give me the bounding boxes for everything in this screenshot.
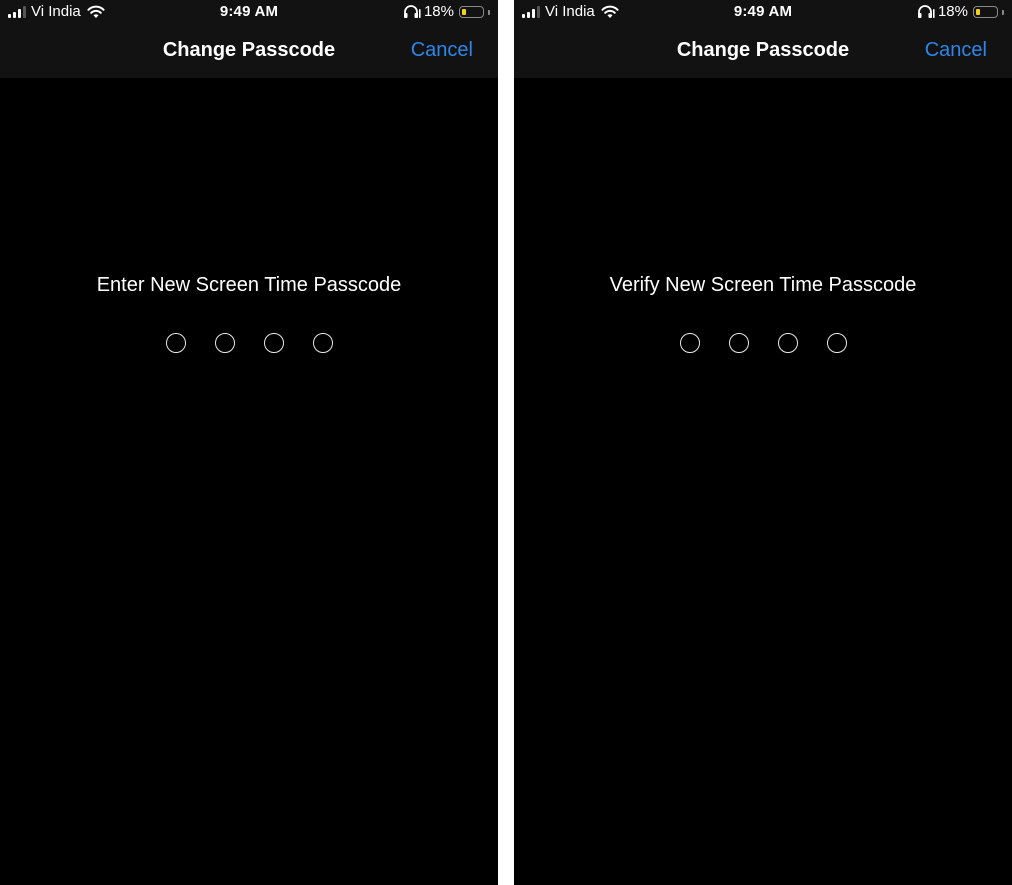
status-bar: Vi India 9:49 AM 18% xyxy=(514,0,1012,26)
navigation-bar: Change Passcode Cancel xyxy=(0,30,498,72)
cancel-button[interactable]: Cancel xyxy=(925,39,987,62)
passcode-dot xyxy=(728,333,749,353)
battery-icon xyxy=(973,6,998,18)
passcode-dot xyxy=(263,333,284,353)
battery-tip xyxy=(1002,9,1004,15)
passcode-dot xyxy=(777,333,798,353)
battery-percent: 18% xyxy=(937,3,968,20)
passcode-dot xyxy=(214,333,235,353)
battery-tip xyxy=(488,9,490,15)
passcode-dots[interactable] xyxy=(514,333,1012,353)
passcode-prompt: Verify New Screen Time Passcode xyxy=(609,274,917,296)
passcode-dot xyxy=(165,333,186,353)
battery-percent: 18% xyxy=(423,3,454,20)
battery-icon xyxy=(459,6,484,18)
cancel-button[interactable]: Cancel xyxy=(411,39,473,62)
passcode-dot xyxy=(826,333,847,353)
headphones-icon xyxy=(917,5,935,18)
screen-enter-passcode: Vi India 9:49 AM 18% Change Passcode Can… xyxy=(0,0,498,885)
passcode-dots[interactable] xyxy=(0,333,498,353)
passcode-prompt: Enter New Screen Time Passcode xyxy=(96,274,402,296)
headphones-icon xyxy=(403,5,421,18)
navigation-bar: Change Passcode Cancel xyxy=(514,30,1012,72)
passcode-dot xyxy=(679,333,700,353)
passcode-dot xyxy=(312,333,333,353)
status-bar: Vi India 9:49 AM 18% xyxy=(0,0,498,26)
top-bar: Vi India 9:49 AM 18% Change Passcode Can… xyxy=(514,0,1012,78)
top-bar: Vi India 9:49 AM 18% Change Passcode Can… xyxy=(0,0,498,78)
screen-verify-passcode: Vi India 9:49 AM 18% Change Passcode Can… xyxy=(514,0,1012,885)
